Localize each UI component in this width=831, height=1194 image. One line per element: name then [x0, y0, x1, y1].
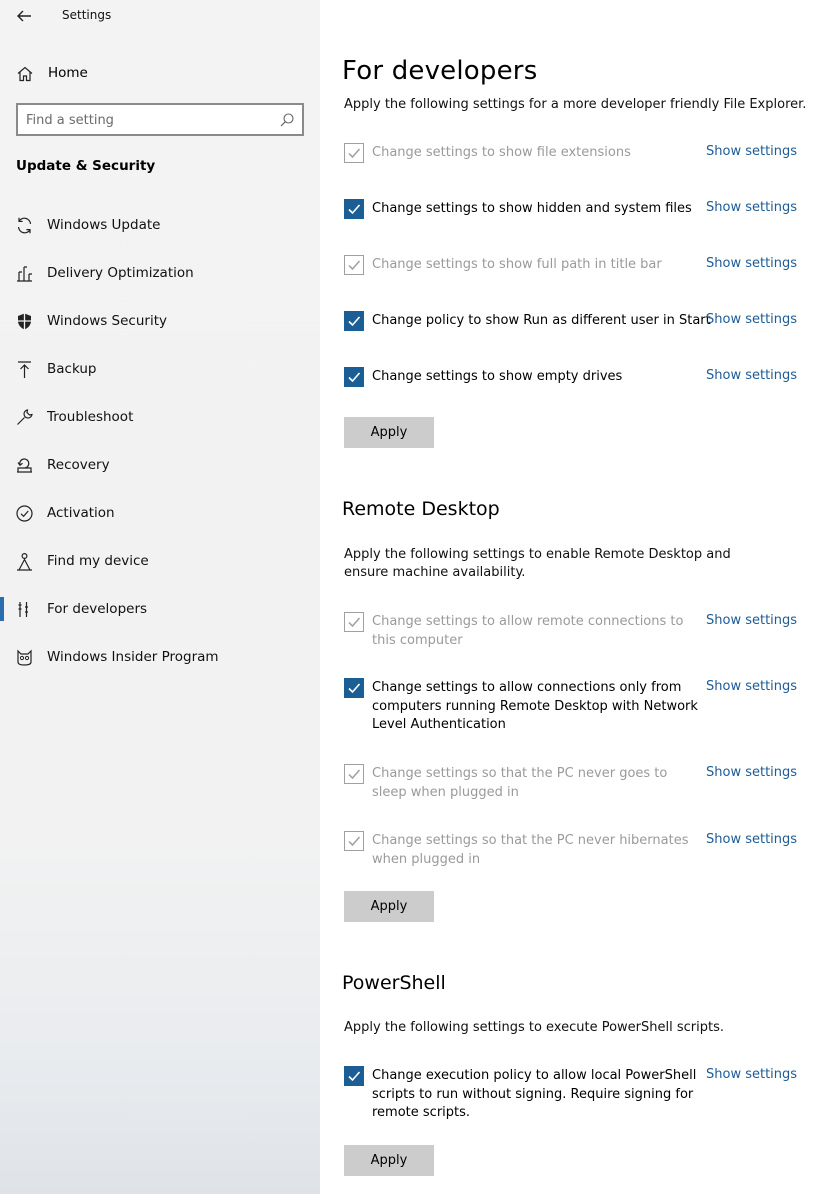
search-icon[interactable]	[279, 112, 295, 128]
show-settings-link[interactable]: Show settings	[706, 679, 797, 694]
show-settings-link[interactable]: Show settings	[706, 765, 797, 780]
option-label: Change settings to show empty drives	[372, 369, 623, 384]
checkbox[interactable]	[344, 143, 364, 163]
nav-home-label: Home	[48, 65, 88, 81]
sidebar-item-recovery[interactable]: Recovery	[0, 445, 320, 485]
sidebar-item-windows-insider-program[interactable]: Windows Insider Program	[0, 637, 320, 677]
option-label: Change settings so that the PC never goe…	[372, 766, 668, 800]
option-label: Change settings to allow remote connecti…	[372, 614, 684, 648]
checkmark-icon	[348, 617, 361, 628]
checkmark-icon	[348, 316, 361, 327]
sidebar-item-label: Recovery	[47, 457, 110, 473]
checkbox[interactable]	[344, 764, 364, 784]
checkmark-icon	[348, 372, 361, 383]
show-settings-link[interactable]: Show settings	[706, 368, 797, 383]
sidebar-item-find-my-device[interactable]: Find my device	[0, 541, 320, 581]
show-settings-link[interactable]: Show settings	[706, 256, 797, 271]
checkmark-icon	[348, 204, 361, 215]
check-circle-icon	[16, 505, 33, 522]
remote-desktop-title: Remote Desktop	[342, 498, 500, 520]
option-label: Change settings to show hidden and syste…	[372, 201, 692, 216]
backup-arrow-icon	[18, 361, 31, 378]
search-input[interactable]	[26, 110, 276, 130]
file-explorer-description: Apply the following settings for a more …	[344, 97, 807, 112]
show-settings-link[interactable]: Show settings	[706, 200, 797, 215]
checkbox[interactable]	[344, 255, 364, 275]
checkbox[interactable]	[344, 199, 364, 219]
option-label: Change settings to show full path in tit…	[372, 257, 662, 272]
search-box[interactable]	[16, 103, 304, 136]
show-settings-link[interactable]: Show settings	[706, 144, 797, 159]
powershell-description: Apply the following settings to execute …	[344, 1020, 724, 1035]
section-title: Update & Security	[16, 158, 156, 174]
sidebar-item-label: Delivery Optimization	[47, 265, 194, 281]
sidebar-item-label: Backup	[47, 361, 97, 377]
checkbox[interactable]	[344, 831, 364, 851]
sidebar-item-backup[interactable]: Backup	[0, 349, 320, 389]
sidebar-item-activation[interactable]: Activation	[0, 493, 320, 533]
person-pin-icon	[17, 552, 32, 571]
file-explorer-apply-button[interactable]: Apply	[344, 417, 434, 448]
remote-desktop-apply-button[interactable]: Apply	[344, 891, 434, 922]
title-bar: Settings	[0, 0, 320, 34]
sidebar-item-for-developers[interactable]: For developers	[0, 589, 320, 629]
checkbox[interactable]	[344, 612, 364, 632]
show-settings-link[interactable]: Show settings	[706, 832, 797, 847]
back-button[interactable]	[12, 4, 36, 28]
shield-icon	[18, 313, 31, 330]
home-icon	[17, 66, 33, 82]
delivery-optimization-icon	[17, 266, 32, 282]
sidebar-item-windows-security[interactable]: Windows Security	[0, 301, 320, 341]
sidebar-item-windows-update[interactable]: Windows Update	[0, 205, 320, 245]
option-label: Change settings so that the PC never hib…	[372, 833, 689, 867]
sidebar-item-label: For developers	[47, 601, 148, 617]
checkbox[interactable]	[344, 678, 364, 698]
sidebar-item-label: Troubleshoot	[47, 409, 134, 425]
remote-desktop-description: Apply the following settings to enable R…	[344, 547, 731, 580]
checkmark-icon	[348, 836, 361, 847]
powershell-apply-button[interactable]: Apply	[344, 1145, 434, 1176]
checkbox[interactable]	[344, 311, 364, 331]
sidebar-item-label: Find my device	[47, 553, 149, 569]
app-title: Settings	[62, 8, 112, 22]
option-label: Change policy to show Run as different u…	[372, 313, 711, 328]
sidebar-item-label: Activation	[47, 505, 115, 521]
checkmark-icon	[348, 1071, 361, 1082]
refresh-icon	[17, 217, 32, 234]
checkbox[interactable]	[344, 367, 364, 387]
checkmark-icon	[348, 769, 361, 780]
checkmark-icon	[348, 683, 361, 694]
checkmark-icon	[348, 148, 361, 159]
insider-cat-icon	[17, 649, 32, 666]
sidebar-item-troubleshoot[interactable]: Troubleshoot	[0, 397, 320, 437]
wrench-icon	[17, 409, 33, 425]
sidebar-item-label: Windows Insider Program	[47, 649, 219, 665]
show-settings-link[interactable]: Show settings	[706, 1067, 797, 1082]
option-label: Change settings to show file extensions	[372, 145, 631, 160]
active-indicator	[0, 597, 4, 621]
show-settings-link[interactable]: Show settings	[706, 312, 797, 327]
sidebar: Settings Home Update & Security Windows …	[0, 0, 320, 1194]
option-label: Change execution policy to allow local P…	[372, 1068, 697, 1120]
sidebar-item-delivery-optimization[interactable]: Delivery Optimization	[0, 253, 320, 293]
page-title: For developers	[342, 56, 538, 86]
checkmark-icon	[348, 260, 361, 271]
sidebar-item-label: Windows Update	[47, 217, 161, 233]
option-label: Change settings to allow connections onl…	[372, 680, 698, 732]
checkbox[interactable]	[344, 1066, 364, 1086]
show-settings-link[interactable]: Show settings	[706, 613, 797, 628]
developer-tools-icon	[18, 602, 28, 617]
nav-home[interactable]: Home	[0, 58, 320, 90]
recovery-icon	[17, 458, 32, 473]
sidebar-item-label: Windows Security	[47, 313, 167, 329]
main-content: For developers Apply the following setti…	[320, 0, 831, 1194]
powershell-title: PowerShell	[342, 972, 446, 994]
back-arrow-icon	[17, 10, 31, 22]
